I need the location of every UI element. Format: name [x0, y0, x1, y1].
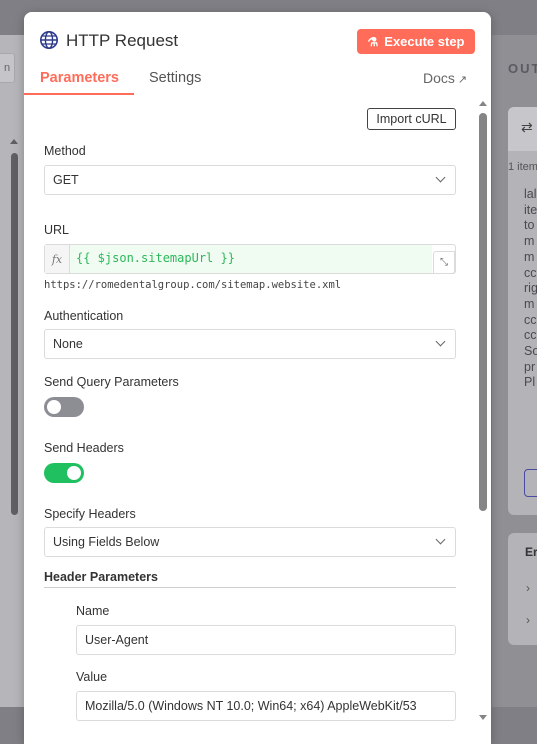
- execute-step-button[interactable]: ⚗ Execute step: [357, 29, 475, 54]
- docs-label: Docs: [423, 70, 455, 86]
- header-name-value: User-Agent: [85, 633, 149, 647]
- swap-icon[interactable]: ⇄: [521, 119, 533, 136]
- toggle-knob: [47, 400, 61, 414]
- node-settings-modal: HTTP Request ⚗ Execute step Parameters S…: [24, 12, 491, 744]
- header-name-label: Name: [76, 604, 110, 618]
- url-label: URL: [44, 223, 70, 237]
- specify-headers-label: Specify Headers: [44, 507, 136, 521]
- method-select[interactable]: GET: [44, 165, 456, 195]
- send-headers-toggle[interactable]: [44, 463, 84, 483]
- url-resolved-preview: https://romedentalgroup.com/sitemap.webs…: [44, 279, 342, 291]
- header-value-value: Mozilla/5.0 (Windows NT 10.0; Win64; x64…: [85, 699, 417, 713]
- scrollbar-thumb[interactable]: [479, 113, 487, 511]
- background-left-panel: n: [0, 35, 24, 730]
- method-label: Method: [44, 144, 86, 158]
- scroll-down-arrow[interactable]: [479, 715, 487, 720]
- tab-settings[interactable]: Settings: [149, 70, 201, 86]
- items-count: 1 item: [508, 161, 537, 173]
- flask-icon: ⚗: [367, 34, 379, 49]
- output-panel-content: ⇄ 1 item lal ite to m m cc rig m cc cc S…: [492, 35, 537, 707]
- header-value-input[interactable]: Mozilla/5.0 (Windows NT 10.0; Win64; x64…: [76, 691, 456, 721]
- left-scroll-up-arrow[interactable]: [10, 139, 18, 144]
- left-panel-peek: n: [0, 53, 15, 83]
- expand-editor-icon[interactable]: ⤡: [433, 251, 455, 274]
- send-query-parameters-toggle[interactable]: [44, 397, 84, 417]
- method-value: GET: [53, 173, 79, 187]
- authentication-select[interactable]: None: [44, 329, 456, 359]
- execute-step-label: Execute step: [384, 34, 465, 49]
- output-snippet: lal ite to m m cc rig m cc cc So pr Pl: [524, 187, 537, 390]
- external-link-icon: ↗: [457, 74, 468, 86]
- header-name-input[interactable]: User-Agent: [76, 625, 456, 655]
- parameters-panel: Import cURL Method GET URL fx {{ $json.s…: [24, 96, 491, 744]
- left-scrollbar-thumb[interactable]: [11, 153, 18, 515]
- modal-header: HTTP Request ⚗ Execute step Parameters S…: [24, 12, 491, 96]
- import-curl-button[interactable]: Import cURL: [367, 108, 456, 130]
- parameters-scrollbar[interactable]: [476, 96, 489, 726]
- docs-link[interactable]: Docs ↗: [423, 70, 467, 86]
- url-expression-editor[interactable]: {{ $json.sitemapUrl }}: [70, 245, 432, 273]
- active-tab-indicator: [24, 93, 134, 95]
- header-parameters-title: Header Parameters: [44, 570, 158, 584]
- globe-icon: [40, 31, 58, 49]
- send-query-parameters-label: Send Query Parameters: [44, 375, 179, 389]
- url-expression-text: {{ $json.sitemapUrl }}: [76, 251, 235, 265]
- authentication-label: Authentication: [44, 309, 124, 323]
- url-expression-field[interactable]: fx {{ $json.sitemapUrl }} ⤡: [44, 244, 456, 274]
- secondary-card-title: Er: [525, 545, 537, 559]
- header-value-label: Value: [76, 670, 108, 684]
- send-headers-label: Send Headers: [44, 441, 124, 455]
- chevron-down-icon: [435, 172, 446, 183]
- scroll-up-arrow[interactable]: [479, 101, 487, 106]
- specify-headers-select[interactable]: Using Fields Below: [44, 527, 456, 557]
- node-title[interactable]: HTTP Request: [66, 31, 178, 51]
- chevron-right-icon[interactable]: ›: [526, 581, 530, 595]
- left-peek-text: n: [3, 62, 11, 74]
- chevron-right-icon[interactable]: ›: [526, 613, 530, 627]
- tab-parameters[interactable]: Parameters: [40, 70, 119, 86]
- chevron-down-icon: [435, 336, 446, 347]
- fx-icon: fx: [45, 245, 70, 273]
- authentication-value: None: [53, 337, 83, 351]
- chevron-down-icon: [435, 534, 446, 545]
- section-divider: [44, 587, 456, 588]
- toggle-knob: [67, 466, 81, 480]
- output-action-button[interactable]: [524, 469, 537, 497]
- specify-headers-value: Using Fields Below: [53, 535, 160, 549]
